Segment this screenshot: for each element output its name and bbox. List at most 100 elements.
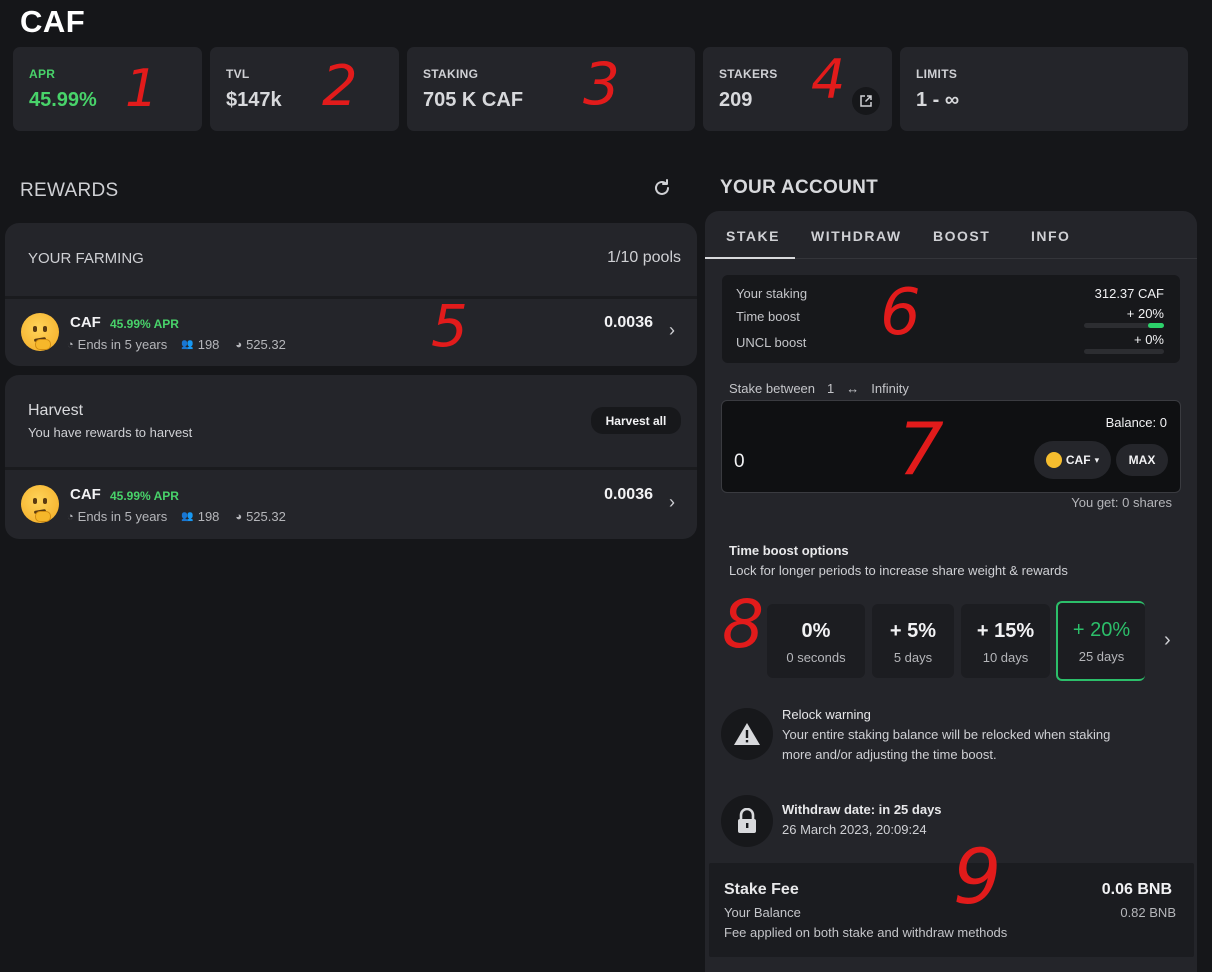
chevron-down-icon: ▾ bbox=[1094, 454, 1100, 465]
thinking-emoji-icon bbox=[21, 485, 59, 523]
token-select[interactable]: CAF ▾ bbox=[1034, 441, 1111, 479]
tabs-divider bbox=[795, 258, 1197, 259]
tab-stake[interactable]: STAKE bbox=[726, 228, 780, 244]
stake-fee-box: Stake Fee 0.06 BNB Your Balance 0.82 BNB… bbox=[709, 839, 1194, 957]
your-staking-value: 312.37 CAF bbox=[1094, 286, 1164, 301]
boost-title: Time boost options bbox=[729, 543, 849, 558]
tab-boost[interactable]: BOOST bbox=[933, 228, 990, 244]
thinking-emoji-icon bbox=[21, 313, 59, 351]
stat-card-staking: STAKING 705 K CAF 3 bbox=[407, 47, 695, 131]
external-link-icon[interactable] bbox=[852, 87, 880, 115]
stake-max: Infinity bbox=[871, 381, 909, 396]
chevron-right-icon[interactable]: › bbox=[669, 492, 675, 513]
annotation-5: 5 bbox=[431, 292, 468, 360]
pool-row[interactable]: CAF 45.99% APR ◔ Ends in 5 years 👥 198 ◕… bbox=[5, 292, 697, 366]
boost-subtitle: Lock for longer periods to increase shar… bbox=[729, 563, 1068, 578]
stat-label-apr: APR bbox=[29, 67, 56, 81]
harvest-panel: Harvest You have rewards to harvest Harv… bbox=[5, 375, 697, 539]
boost-pct: 0% bbox=[801, 620, 831, 642]
staking-summary: Your staking 312.37 CAF Time boost + 20%… bbox=[722, 275, 1180, 363]
boost-pct: + 5% bbox=[889, 620, 937, 642]
withdraw-date: 26 March 2023, 20:09:24 bbox=[782, 822, 927, 837]
stat-value-stakers: 209 bbox=[719, 89, 753, 111]
clock-icon: ◔ bbox=[67, 510, 74, 523]
fee-value: 0.06 BNB bbox=[1101, 881, 1172, 898]
harvest-title: Harvest bbox=[28, 402, 84, 419]
your-balance-label: Your Balance bbox=[724, 905, 801, 920]
stake-amount-input[interactable]: 0 bbox=[734, 451, 745, 473]
rewards-title: REWARDS bbox=[20, 180, 119, 201]
annotation-1: 1 bbox=[125, 59, 159, 119]
fee-title: Stake Fee bbox=[724, 881, 799, 898]
chevron-right-icon[interactable]: › bbox=[1164, 629, 1171, 652]
stat-label-staking: STAKING bbox=[423, 67, 479, 81]
boost-pct: + 15% bbox=[976, 620, 1035, 642]
pool-apr: 45.99% APR bbox=[110, 489, 179, 503]
chevron-right-icon[interactable]: › bbox=[669, 320, 675, 341]
pool-name: CAF bbox=[70, 314, 101, 331]
max-button[interactable]: MAX bbox=[1116, 444, 1168, 476]
boost-option-2[interactable]: + 15% 10 days bbox=[961, 604, 1050, 678]
page-title: CAF bbox=[20, 4, 86, 39]
boost-option-0[interactable]: 0% 0 seconds bbox=[767, 604, 865, 678]
stat-label-limits: LIMITS bbox=[916, 67, 958, 81]
boost-duration: 5 days bbox=[893, 650, 933, 665]
stat-value-apr: 45.99% bbox=[29, 89, 97, 111]
withdraw-title: Withdraw date: in 25 days bbox=[782, 802, 942, 817]
token-label: CAF bbox=[1065, 453, 1091, 467]
stake-amount-box: Balance: 0 0 CAF ▾ MAX 7 bbox=[721, 400, 1181, 493]
relock-line-2: more and/or adjusting the time boost. bbox=[782, 747, 997, 762]
pool-stake: 525.32 bbox=[246, 337, 286, 352]
pool-row[interactable]: CAF 45.99% APR ◔ Ends in 5 years 👥 198 ◕… bbox=[5, 470, 697, 539]
stat-label-tvl: TVL bbox=[226, 67, 250, 81]
boost-duration: 0 seconds bbox=[786, 650, 846, 665]
stat-value-tvl: $147k bbox=[226, 89, 282, 111]
pool-meta: ◔ Ends in 5 years 👥 198 ◕ 525.32 bbox=[67, 337, 286, 352]
harvest-all-button[interactable]: Harvest all bbox=[591, 407, 681, 434]
balance-label: Balance: 0 bbox=[1105, 415, 1167, 430]
pool-apr: 45.99% APR bbox=[110, 317, 179, 331]
thinking-emoji-icon bbox=[1045, 452, 1062, 468]
boost-duration: 25 days bbox=[1078, 649, 1125, 664]
time-boost-bar-fill bbox=[1148, 323, 1164, 328]
boost-option-3-selected[interactable]: + 20% 25 days bbox=[1056, 601, 1145, 681]
pool-ends: Ends in 5 years bbox=[77, 509, 168, 524]
stake-min: 1 bbox=[827, 381, 835, 396]
time-boost-bar bbox=[1084, 323, 1164, 328]
stake-between-label: Stake between bbox=[729, 381, 816, 396]
pool-amount: 0.0036 bbox=[604, 314, 653, 331]
your-staking-label: Your staking bbox=[736, 286, 808, 301]
annotation-9: 9 bbox=[953, 832, 1002, 921]
stat-value-limits: 1 - ∞ bbox=[916, 89, 960, 111]
annotation-4: 4 bbox=[811, 48, 846, 111]
farming-title: YOUR FARMING bbox=[28, 250, 144, 267]
warning-icon bbox=[721, 708, 773, 760]
farming-panel: YOUR FARMING 1/10 pools CAF 45.99% APR ◔… bbox=[5, 223, 697, 366]
you-get-shares: You get: 0 shares bbox=[1071, 495, 1172, 510]
pool-name: CAF bbox=[70, 486, 101, 503]
stat-card-tvl: TVL $147k 2 bbox=[210, 47, 399, 131]
uncl-boost-bar bbox=[1084, 349, 1164, 354]
clock-icon: ◔ bbox=[67, 338, 74, 351]
stat-card-stakers: STAKERS 209 4 bbox=[703, 47, 892, 131]
boost-duration: 10 days bbox=[982, 650, 1029, 665]
stat-label-stakers: STAKERS bbox=[719, 67, 778, 81]
boost-option-1[interactable]: + 5% 5 days bbox=[872, 604, 954, 678]
users-icon: 👥 bbox=[181, 511, 194, 522]
pool-ends: Ends in 5 years bbox=[77, 337, 168, 352]
boost-pct: + 20% bbox=[1072, 619, 1131, 641]
annotation-8: 8 bbox=[722, 586, 764, 663]
refresh-icon[interactable] bbox=[652, 178, 674, 200]
stat-value-staking: 705 K CAF bbox=[423, 89, 524, 111]
uncl-boost-label: UNCL boost bbox=[736, 335, 807, 350]
pool-users: 198 bbox=[197, 337, 220, 352]
annotation-2: 2 bbox=[322, 54, 358, 119]
stat-card-limits: LIMITS 1 - ∞ bbox=[900, 47, 1188, 131]
harvest-subtitle: You have rewards to harvest bbox=[28, 425, 193, 440]
account-title: YOUR ACCOUNT bbox=[720, 177, 879, 198]
time-boost-value: + 20% bbox=[1126, 306, 1164, 321]
pool-stake: 525.32 bbox=[246, 509, 286, 524]
tab-info[interactable]: INFO bbox=[1031, 228, 1070, 244]
pool-users: 198 bbox=[197, 509, 220, 524]
tab-withdraw[interactable]: WITHDRAW bbox=[811, 228, 902, 244]
